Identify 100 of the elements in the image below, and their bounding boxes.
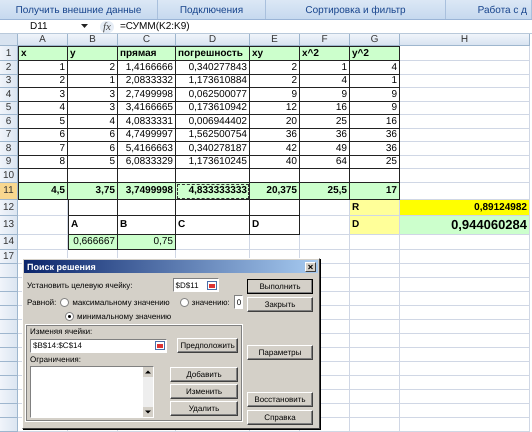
table-cell: D <box>250 216 300 234</box>
table-cell: 3,4166665 <box>118 102 176 115</box>
column-header[interactable]: E <box>250 34 300 46</box>
table-cell: 12 <box>250 102 300 115</box>
table-cell: 6 <box>18 128 68 142</box>
table-cell: 16 <box>300 102 350 115</box>
radio-button[interactable] <box>60 298 70 306</box>
row-header[interactable] <box>0 418 18 432</box>
table-cell: 5 <box>68 156 118 169</box>
row-header[interactable]: 9 <box>0 156 18 169</box>
table-cell: 6 <box>68 142 118 156</box>
radio-button[interactable] <box>180 298 189 306</box>
column-header[interactable]: H <box>400 34 530 46</box>
radio-button[interactable] <box>65 312 74 321</box>
table-cell: 49 <box>300 142 350 156</box>
table-cell: 2 <box>250 61 300 74</box>
row-header[interactable]: 3 <box>0 74 18 88</box>
table-cell: 1,562500754 <box>176 128 250 142</box>
table-cell: 2 <box>68 61 118 74</box>
row-header[interactable] <box>0 390 18 404</box>
radio-option[interactable]: значению: <box>180 298 230 306</box>
constraint-button[interactable]: Изменить <box>170 384 238 399</box>
table-cell: 3,7499998 <box>118 182 176 200</box>
dialog-button[interactable]: Восстановить <box>247 392 313 407</box>
table-cell: 0,340277843 <box>176 61 250 74</box>
cell-reference-icon[interactable] <box>206 280 217 290</box>
column-header[interactable]: B <box>68 34 118 46</box>
guess-button[interactable]: Предположить <box>177 338 238 353</box>
row-header[interactable] <box>0 348 18 362</box>
constraints-list[interactable] <box>30 366 154 418</box>
table-cell: 1,173610245 <box>176 156 250 169</box>
row-header[interactable] <box>0 292 18 306</box>
row-header[interactable]: 12 <box>0 200 18 216</box>
table-cell: 0,006944402 <box>176 115 250 128</box>
column-header[interactable]: D <box>176 34 250 46</box>
table-cell: 6 <box>68 128 118 142</box>
name-box[interactable]: D11 <box>30 21 48 32</box>
row-header[interactable]: 6 <box>0 115 18 128</box>
table-cell: 2,0833332 <box>118 74 176 88</box>
row-header[interactable]: 1 <box>0 46 18 61</box>
row-header[interactable]: 5 <box>0 102 18 115</box>
row-header[interactable] <box>0 320 18 334</box>
radio-option[interactable]: минимальному значению <box>65 312 172 321</box>
select-all-corner[interactable] <box>0 34 18 46</box>
constraint-button[interactable]: Удалить <box>170 401 238 416</box>
dialog-button[interactable]: Параметры <box>247 345 313 360</box>
table-cell: 3 <box>18 88 68 102</box>
changing-cells-field[interactable]: $B$14:$C$14 <box>30 338 168 352</box>
table-cell: 17 <box>350 182 400 200</box>
row-header[interactable]: 11 <box>0 182 18 200</box>
row-header[interactable] <box>0 334 18 348</box>
row-header[interactable]: 13 <box>0 216 18 234</box>
table-cell: 0,666667 <box>68 234 118 250</box>
dialog-button[interactable]: Закрыть <box>247 297 313 312</box>
scroll-up-icon[interactable] <box>143 367 153 377</box>
row-header[interactable]: 4 <box>0 88 18 102</box>
row-header[interactable] <box>0 376 18 390</box>
dialog-button[interactable]: Выполнить <box>247 279 313 294</box>
table-cell: 36 <box>300 128 350 142</box>
dialog-button[interactable]: Справка <box>247 410 313 425</box>
table-cell: 36 <box>350 128 400 142</box>
table-cell: 42 <box>250 142 300 156</box>
table-cell: 1,173610884 <box>176 74 250 88</box>
table-cell: 2,7499998 <box>118 88 176 102</box>
column-header[interactable]: G <box>350 34 400 46</box>
table-cell: 4,5 <box>18 182 68 200</box>
ribbon-group-label: Получить внешние данные <box>0 0 158 19</box>
constraint-button[interactable]: Добавить <box>170 367 238 382</box>
row-header[interactable] <box>0 264 18 278</box>
table-cell: 20 <box>250 115 300 128</box>
row-header[interactable]: 7 <box>0 128 18 142</box>
ribbon-group-label: Подключения <box>158 0 266 19</box>
column-header[interactable]: A <box>18 34 68 46</box>
row-header[interactable] <box>0 278 18 292</box>
close-icon[interactable] <box>305 262 316 272</box>
radio-option[interactable]: максимальному значению <box>60 298 170 306</box>
row-header[interactable]: 2 <box>0 61 18 74</box>
row-header[interactable] <box>0 306 18 320</box>
target-cell-field[interactable]: $D$11 <box>172 278 219 292</box>
table-cell: 64 <box>300 156 350 169</box>
row-header[interactable]: 14 <box>0 234 18 250</box>
dropdown-icon[interactable] <box>81 24 88 29</box>
table-cell: R <box>350 200 400 216</box>
row-header[interactable]: 8 <box>0 142 18 156</box>
insert-function-button[interactable]: fx <box>100 20 114 32</box>
table-cell: 4,833333333 <box>176 182 250 200</box>
table-cell: погрешность <box>176 46 250 61</box>
column-header[interactable]: F <box>300 34 350 46</box>
row-header[interactable]: 17 <box>0 250 18 264</box>
row-header[interactable] <box>0 404 18 418</box>
column-header[interactable]: C <box>118 34 176 46</box>
cell-reference-icon[interactable] <box>155 341 166 350</box>
scroll-down-icon[interactable] <box>143 407 153 417</box>
changing-cells-label: Изменяя ячейки: <box>30 327 94 336</box>
table-cell: 0,944060284 <box>400 216 530 234</box>
value-field[interactable]: 0 <box>234 295 244 309</box>
row-header[interactable] <box>0 362 18 376</box>
formula-text[interactable]: =СУММ(K2:K9) <box>120 21 190 32</box>
row-header[interactable]: 10 <box>0 169 18 182</box>
dialog-title: Поиск решения <box>27 262 96 272</box>
